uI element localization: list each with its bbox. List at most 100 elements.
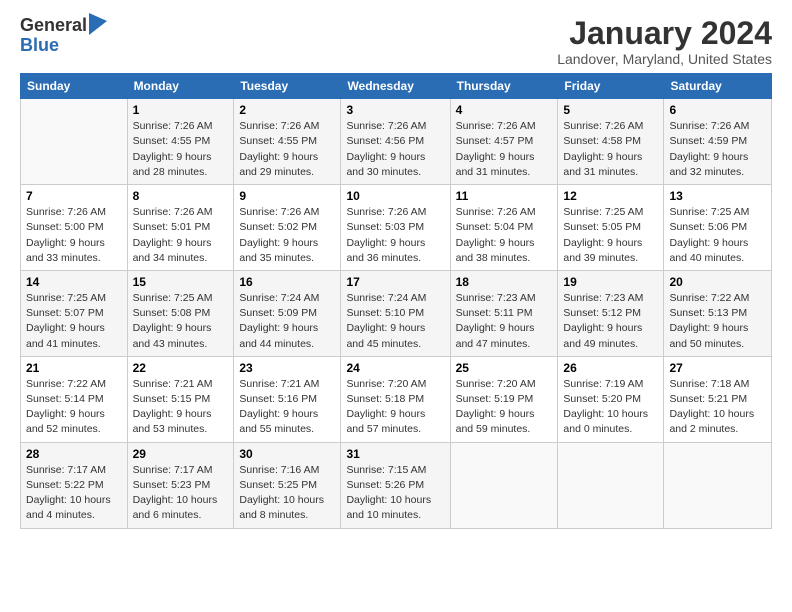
col-header-sunday: Sunday [21, 74, 128, 99]
calendar-cell: 8 Sunrise: 7:26 AM Sunset: 5:01 PM Daylig… [127, 185, 234, 271]
calendar-cell: 18Sunrise: 7:23 AM Sunset: 5:11 PM Dayli… [450, 270, 558, 356]
day-number: 23 [239, 361, 335, 375]
day-number: 18 [456, 275, 553, 289]
calendar-cell: 31 Sunrise: 7:15 AM Sunset: 5:26 PM Dayli… [341, 442, 450, 528]
calendar-cell: 7 Sunrise: 7:26 AM Sunset: 5:00 PM Daylig… [21, 185, 128, 271]
week-row-4: 28 Sunrise: 7:17 AM Sunset: 5:22 PM Dayli… [21, 442, 772, 528]
day-number: 14 [26, 275, 122, 289]
day-number: 30 [239, 447, 335, 461]
day-info: Sunrise: 7:26 AM Sunset: 4:56 PM Dayligh… [346, 119, 444, 180]
calendar-cell: 28 Sunrise: 7:17 AM Sunset: 5:22 PM Dayli… [21, 442, 128, 528]
day-info: Sunrise: 7:26 AM Sunset: 5:00 PM Dayligh… [26, 205, 122, 266]
calendar-cell: 20 Sunrise: 7:22 AM Sunset: 5:13 PM Dayli… [664, 270, 772, 356]
day-number: 24 [346, 361, 444, 375]
week-row-0: 1 Sunrise: 7:26 AM Sunset: 4:55 PM Daylig… [21, 99, 772, 185]
day-info: Sunrise: 7:21 AM Sunset: 5:15 PM Dayligh… [133, 377, 229, 438]
header-row: SundayMondayTuesdayWednesdayThursdayFrid… [21, 74, 772, 99]
calendar-cell: 24Sunrise: 7:20 AM Sunset: 5:18 PM Dayli… [341, 356, 450, 442]
day-number: 12 [563, 189, 658, 203]
day-number: 29 [133, 447, 229, 461]
day-info: Sunrise: 7:20 AM Sunset: 5:19 PM Dayligh… [456, 377, 553, 438]
location: Landover, Maryland, United States [557, 51, 772, 67]
calendar-cell: 19Sunrise: 7:23 AM Sunset: 5:12 PM Dayli… [558, 270, 664, 356]
day-info: Sunrise: 7:15 AM Sunset: 5:26 PM Dayligh… [346, 463, 444, 524]
logo: General Blue [20, 16, 107, 56]
day-info: Sunrise: 7:21 AM Sunset: 5:16 PM Dayligh… [239, 377, 335, 438]
day-number: 17 [346, 275, 444, 289]
day-info: Sunrise: 7:16 AM Sunset: 5:25 PM Dayligh… [239, 463, 335, 524]
day-info: Sunrise: 7:26 AM Sunset: 4:55 PM Dayligh… [239, 119, 335, 180]
day-info: Sunrise: 7:17 AM Sunset: 5:22 PM Dayligh… [26, 463, 122, 524]
title-area: January 2024 Landover, Maryland, United … [557, 16, 772, 67]
calendar-cell: 2 Sunrise: 7:26 AM Sunset: 4:55 PM Daylig… [234, 99, 341, 185]
day-number: 1 [133, 103, 229, 117]
week-row-2: 14 Sunrise: 7:25 AM Sunset: 5:07 PM Dayli… [21, 270, 772, 356]
day-number: 3 [346, 103, 444, 117]
day-number: 21 [26, 361, 122, 375]
day-info: Sunrise: 7:25 AM Sunset: 5:05 PM Dayligh… [563, 205, 658, 266]
day-number: 5 [563, 103, 658, 117]
calendar-cell [558, 442, 664, 528]
day-number: 2 [239, 103, 335, 117]
calendar-cell: 13Sunrise: 7:25 AM Sunset: 5:06 PM Dayli… [664, 185, 772, 271]
day-info: Sunrise: 7:22 AM Sunset: 5:13 PM Dayligh… [669, 291, 766, 352]
calendar-cell [664, 442, 772, 528]
calendar-cell: 22 Sunrise: 7:21 AM Sunset: 5:15 PM Dayli… [127, 356, 234, 442]
calendar-cell: 16 Sunrise: 7:24 AM Sunset: 5:09 PM Dayli… [234, 270, 341, 356]
col-header-monday: Monday [127, 74, 234, 99]
day-number: 27 [669, 361, 766, 375]
day-number: 19 [563, 275, 658, 289]
calendar-cell: 12 Sunrise: 7:25 AM Sunset: 5:05 PM Dayli… [558, 185, 664, 271]
day-number: 8 [133, 189, 229, 203]
calendar-cell: 23 Sunrise: 7:21 AM Sunset: 5:16 PM Dayli… [234, 356, 341, 442]
day-number: 28 [26, 447, 122, 461]
day-info: Sunrise: 7:19 AM Sunset: 5:20 PM Dayligh… [563, 377, 658, 438]
day-number: 7 [26, 189, 122, 203]
calendar-cell: 9Sunrise: 7:26 AM Sunset: 5:02 PM Daylig… [234, 185, 341, 271]
calendar-cell: 26 Sunrise: 7:19 AM Sunset: 5:20 PM Dayli… [558, 356, 664, 442]
col-header-saturday: Saturday [664, 74, 772, 99]
calendar-cell: 21Sunrise: 7:22 AM Sunset: 5:14 PM Dayli… [21, 356, 128, 442]
day-number: 11 [456, 189, 553, 203]
day-info: Sunrise: 7:24 AM Sunset: 5:09 PM Dayligh… [239, 291, 335, 352]
calendar-cell: 15 Sunrise: 7:25 AM Sunset: 5:08 PM Dayli… [127, 270, 234, 356]
day-info: Sunrise: 7:26 AM Sunset: 4:55 PM Dayligh… [133, 119, 229, 180]
day-number: 16 [239, 275, 335, 289]
week-row-3: 21Sunrise: 7:22 AM Sunset: 5:14 PM Dayli… [21, 356, 772, 442]
page-container: General Blue January 2024 Landover, Mary… [0, 0, 792, 539]
day-info: Sunrise: 7:26 AM Sunset: 5:03 PM Dayligh… [346, 205, 444, 266]
header: General Blue January 2024 Landover, Mary… [20, 16, 772, 67]
day-number: 15 [133, 275, 229, 289]
calendar-cell: 30 Sunrise: 7:16 AM Sunset: 5:25 PM Dayli… [234, 442, 341, 528]
day-number: 20 [669, 275, 766, 289]
col-header-wednesday: Wednesday [341, 74, 450, 99]
logo-blue: Blue [20, 36, 107, 56]
logo-icon [89, 13, 107, 35]
calendar-cell: 5 Sunrise: 7:26 AM Sunset: 4:58 PM Daylig… [558, 99, 664, 185]
day-info: Sunrise: 7:26 AM Sunset: 4:58 PM Dayligh… [563, 119, 658, 180]
calendar-cell: 1 Sunrise: 7:26 AM Sunset: 4:55 PM Daylig… [127, 99, 234, 185]
logo-general: General [20, 16, 87, 36]
calendar-cell: 27Sunrise: 7:18 AM Sunset: 5:21 PM Dayli… [664, 356, 772, 442]
day-info: Sunrise: 7:26 AM Sunset: 4:59 PM Dayligh… [669, 119, 766, 180]
day-number: 26 [563, 361, 658, 375]
day-info: Sunrise: 7:25 AM Sunset: 5:06 PM Dayligh… [669, 205, 766, 266]
calendar-cell: 29Sunrise: 7:17 AM Sunset: 5:23 PM Dayli… [127, 442, 234, 528]
calendar-cell [21, 99, 128, 185]
day-info: Sunrise: 7:26 AM Sunset: 5:04 PM Dayligh… [456, 205, 553, 266]
day-number: 6 [669, 103, 766, 117]
month-title: January 2024 [557, 16, 772, 51]
day-info: Sunrise: 7:25 AM Sunset: 5:08 PM Dayligh… [133, 291, 229, 352]
day-number: 22 [133, 361, 229, 375]
day-number: 31 [346, 447, 444, 461]
calendar-cell: 11 Sunrise: 7:26 AM Sunset: 5:04 PM Dayli… [450, 185, 558, 271]
day-number: 4 [456, 103, 553, 117]
col-header-thursday: Thursday [450, 74, 558, 99]
day-info: Sunrise: 7:25 AM Sunset: 5:07 PM Dayligh… [26, 291, 122, 352]
col-header-friday: Friday [558, 74, 664, 99]
calendar-cell [450, 442, 558, 528]
day-number: 25 [456, 361, 553, 375]
day-info: Sunrise: 7:26 AM Sunset: 5:01 PM Dayligh… [133, 205, 229, 266]
calendar-cell: 17Sunrise: 7:24 AM Sunset: 5:10 PM Dayli… [341, 270, 450, 356]
day-number: 10 [346, 189, 444, 203]
